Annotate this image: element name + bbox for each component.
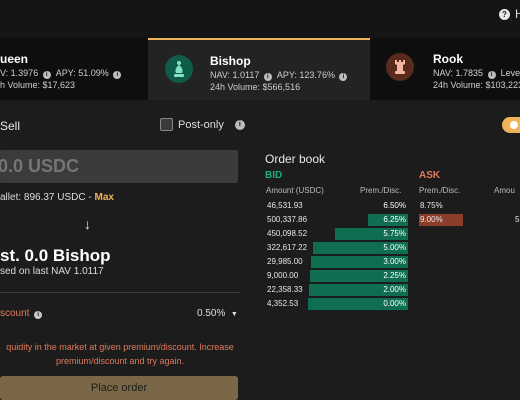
help-icon: ? <box>499 8 510 20</box>
settings-toggle[interactable] <box>502 117 520 133</box>
side-tab-sell[interactable]: Sell <box>0 119 20 133</box>
token-stats: NAV: 1.7835 i Lever <box>433 68 520 79</box>
ask-label: ASK <box>419 170 441 181</box>
token-volume: h Volume: $17,623 <box>0 80 76 90</box>
chevron-down-icon: ▼ <box>230 311 238 318</box>
bid-premium: 0.00% <box>383 299 406 308</box>
bid-amount: 4,352.53 <box>267 299 299 308</box>
bid-premium: 3.00% <box>383 257 406 266</box>
ask-premium: 9.00% <box>420 215 443 224</box>
ask-amount-header: Amou <box>494 186 515 195</box>
ask-prem-header: Prem./Disc. <box>419 186 461 195</box>
rook-icon <box>386 53 414 81</box>
info-icon: i <box>339 73 348 81</box>
token-name: ueen <box>0 52 29 66</box>
place-order-button[interactable]: Place order <box>0 376 238 400</box>
info-icon: i <box>234 119 245 130</box>
info-icon: i <box>42 71 51 79</box>
bid-row[interactable]: 450,098.52 5.75% <box>0 228 520 240</box>
token-tab-bishop[interactable]: Bishop NAV: 1.0117 i APY: 123.76% i 24h … <box>148 38 370 100</box>
token-volume: 24h Volume: $566,516 <box>210 82 301 92</box>
token-volume: 24h Volume: $103,223 <box>433 80 520 90</box>
bid-label: BID <box>265 170 283 181</box>
liquidity-warning: quidity in the market at given premium/d… <box>6 342 234 366</box>
bid-amount: 29,985.00 <box>267 257 303 266</box>
top-bar: ? H <box>0 0 520 38</box>
orderbook-title: Order book <box>265 152 326 166</box>
info-icon: i <box>34 311 43 319</box>
info-icon: i <box>113 71 122 79</box>
bid-amount: 9,000.00 <box>267 271 299 280</box>
token-name: Bishop <box>210 54 251 68</box>
ask-row[interactable]: 9.00% 5 <box>0 214 520 226</box>
bid-amount: 322,617.22 <box>267 243 308 252</box>
token-tab-rook[interactable]: Rook NAV: 1.7835 i Lever 24h Volume: $10… <box>370 38 520 100</box>
post-only-label: Post-only <box>178 118 224 131</box>
amount-input[interactable] <box>0 150 236 183</box>
bid-premium: 2.00% <box>383 285 406 294</box>
help-label: H <box>515 7 520 21</box>
ask-amount: 5 <box>515 215 520 224</box>
token-selector: ueen V: 1.3976 i APY: 51.09% i h Volume:… <box>0 38 520 100</box>
bid-premium: 2.25% <box>383 271 406 280</box>
token-stats: V: 1.3976 i APY: 51.09% i <box>0 68 122 79</box>
bishop-icon <box>165 55 193 83</box>
amount-field[interactable] <box>0 150 238 183</box>
ask-premium: 8.75% <box>420 201 443 210</box>
info-icon: i <box>487 71 496 79</box>
bid-amount: 22,358.33 <box>267 285 303 294</box>
token-name: Rook <box>433 52 463 66</box>
token-tab-queen[interactable]: ueen V: 1.3976 i APY: 51.09% i h Volume:… <box>0 38 148 100</box>
bid-prem-header: Prem./Disc. <box>360 186 402 195</box>
post-only-toggle[interactable]: Post-only i <box>160 118 245 131</box>
info-icon: i <box>263 73 272 81</box>
post-only-checkbox[interactable] <box>160 118 173 131</box>
bid-row[interactable]: 22,358.33 2.00% <box>0 284 520 296</box>
bid-row[interactable]: 29,985.00 3.00% <box>0 256 520 268</box>
bid-row[interactable]: 4,352.53 0.00% <box>0 298 520 310</box>
bid-row[interactable]: 322,617.22 5.00% <box>0 242 520 254</box>
help-link[interactable]: ? H <box>499 7 520 21</box>
bid-premium: 5.75% <box>383 229 406 238</box>
bid-amount-header: Amount (USDC) <box>266 186 324 195</box>
bid-premium: 5.00% <box>383 243 406 252</box>
token-stats: NAV: 1.0117 i APY: 123.76% i <box>210 70 348 81</box>
bid-amount: 450,098.52 <box>267 229 308 238</box>
ask-row[interactable]: 8.75% <box>0 200 520 212</box>
bid-row[interactable]: 9,000.00 2.25% <box>0 270 520 282</box>
